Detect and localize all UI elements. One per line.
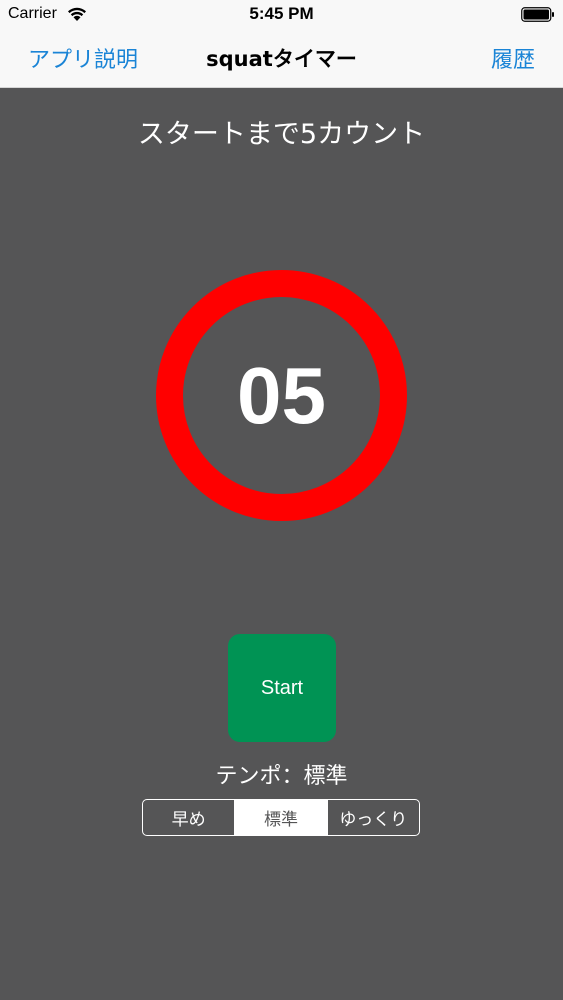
tempo-label: テンポ：標準: [215, 764, 348, 789]
tempo-option-standard[interactable]: 標準: [234, 800, 327, 835]
instruction-label: スタートまで5カウント: [137, 119, 426, 150]
page-title: squatタイマー: [206, 47, 357, 71]
tempo-segmented-control: 早め 標準 ゆっくり: [142, 799, 420, 836]
tempo-option-fast[interactable]: 早め: [143, 800, 234, 835]
history-button[interactable]: 履歴: [491, 42, 535, 74]
battery-icon: [521, 7, 554, 22]
status-time: 5:45 PM: [249, 4, 314, 23]
timer-count: 05: [237, 350, 326, 440]
start-button[interactable]: Start: [228, 634, 336, 742]
status-bar: Carrier 5:45 PM: [0, 0, 563, 30]
navigation-bar: アプリ説明 squatタイマー 履歴: [0, 30, 563, 86]
tempo-option-slow[interactable]: ゆっくり: [326, 800, 419, 835]
top-area: Carrier 5:45 PM アプリ説明 squatタイマー 履歴: [0, 0, 563, 88]
